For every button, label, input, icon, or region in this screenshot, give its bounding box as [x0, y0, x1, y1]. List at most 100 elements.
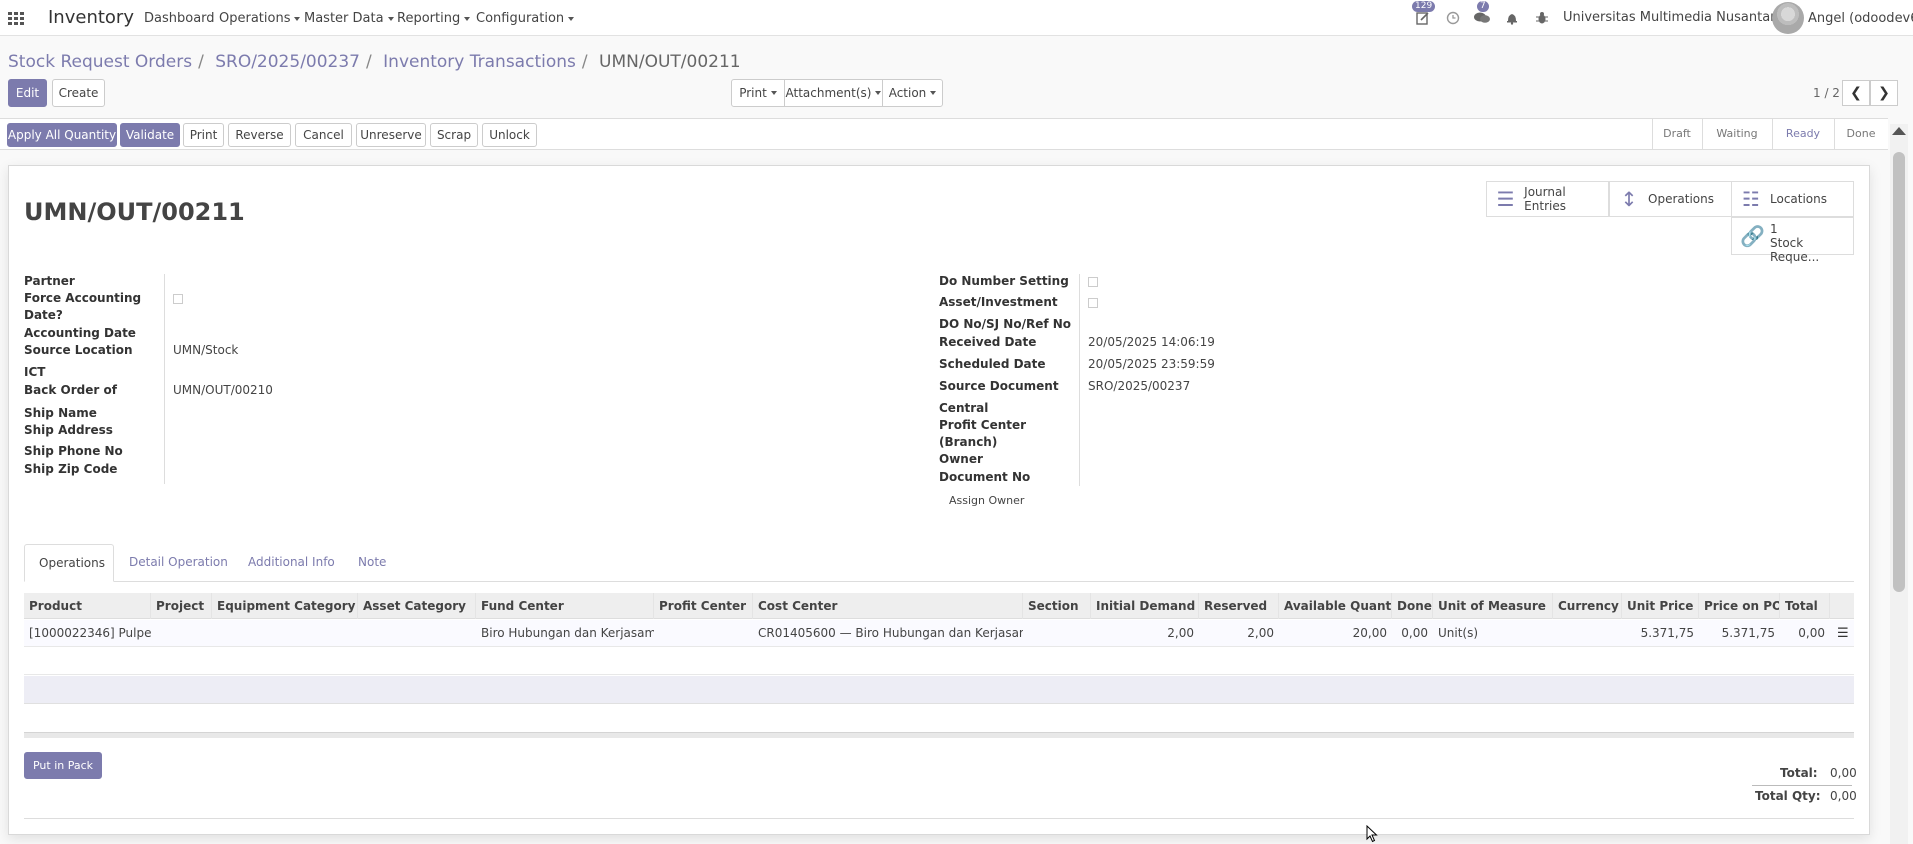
put-in-pack-button[interactable]: Put in Pack	[24, 752, 102, 779]
list-bars-icon: ☰	[1496, 187, 1515, 211]
column-header-profit-center[interactable]: Profit Center	[654, 593, 753, 619]
ship-phone-label: Ship Phone No	[24, 444, 123, 458]
scroll-up-arrow-icon[interactable]	[1892, 127, 1906, 135]
ship-name-label: Ship Name	[24, 406, 97, 420]
stage-draft[interactable]: Draft	[1652, 119, 1702, 149]
pager-previous-button[interactable]: ❮	[1842, 80, 1870, 106]
cell-profit-center	[654, 620, 753, 647]
column-header-asset-category[interactable]: Asset Category	[358, 593, 476, 619]
create-button[interactable]: Create	[52, 79, 105, 107]
column-header-initial-demand[interactable]: Initial Demand	[1091, 593, 1199, 619]
print-button[interactable]: Print	[183, 123, 224, 147]
tab-detail-operation[interactable]: Detail Operation	[115, 544, 242, 582]
operations-smart-button[interactable]: ↕ Operations	[1609, 181, 1732, 217]
journal-entries-smart-button[interactable]: ☰ Journal Entries	[1486, 181, 1609, 217]
company-switcher[interactable]: Universitas Multimedia Nusantara	[1563, 10, 1794, 25]
stock-request-count: 1	[1770, 222, 1778, 236]
cell-initial-demand: 2,00	[1167, 626, 1194, 640]
locations-smart-button[interactable]: ☷ Locations	[1731, 181, 1854, 217]
column-header-unit-price[interactable]: Unit Price	[1622, 593, 1699, 619]
column-header-project[interactable]: Project	[151, 593, 212, 619]
pager-next-button[interactable]: ❯	[1870, 80, 1898, 106]
table-row[interactable]: [1000022346] Pulpen Biro Hubungan dan Ke…	[24, 620, 1854, 647]
action-dropdown[interactable]: Action	[882, 79, 943, 107]
cell-section	[1023, 620, 1091, 647]
arrows-vertical-icon: ↕	[1620, 187, 1638, 211]
unlock-button[interactable]: Unlock	[482, 123, 537, 147]
cell-project	[151, 620, 212, 647]
breadcrumb: Stock Request Orders / SRO/2025/00237 / In…	[8, 52, 741, 72]
cell-total: 0,00	[1798, 626, 1825, 640]
row-detail-list-icon[interactable]: ☰	[1832, 620, 1854, 647]
user-avatar[interactable]	[1772, 2, 1804, 34]
back-order-link[interactable]: UMN/OUT/00210	[173, 383, 273, 397]
stage-waiting[interactable]: Waiting	[1702, 119, 1772, 149]
user-menu[interactable]: Angel (odoodev6)	[1808, 11, 1913, 26]
validate-button[interactable]: Validate	[120, 123, 180, 147]
tab-operations[interactable]: Operations	[24, 544, 114, 582]
caret-down-icon	[568, 16, 575, 21]
scrap-button[interactable]: Scrap	[430, 123, 478, 147]
column-header-unit-of-measure[interactable]: Unit of Measure	[1433, 593, 1553, 619]
clock-icon[interactable]	[1445, 11, 1461, 27]
scrollbar-thumb[interactable]	[1893, 152, 1905, 592]
tab-note[interactable]: Note	[344, 544, 400, 582]
cell-available-quantity: 20,00	[1352, 626, 1387, 640]
print-dropdown[interactable]: Print	[731, 79, 785, 107]
bell-icon[interactable]	[1504, 11, 1520, 27]
column-header-equipment-category[interactable]: Equipment Category	[212, 593, 358, 619]
chevron-left-icon: ❮	[1850, 85, 1862, 101]
app-brand[interactable]: Inventory	[48, 7, 134, 28]
column-header-currency[interactable]: Currency	[1553, 593, 1622, 619]
column-header-available-quantity[interactable]: Available Quantity	[1279, 593, 1392, 619]
asset-investment-checkbox[interactable]	[1088, 298, 1098, 308]
do-number-setting-checkbox[interactable]	[1088, 277, 1098, 287]
stage-ready[interactable]: Ready	[1772, 119, 1834, 149]
column-header-cost-center[interactable]: Cost Center	[753, 593, 1023, 619]
menu-operations[interactable]: Operations	[219, 11, 301, 26]
reverse-button[interactable]: Reverse	[228, 123, 291, 147]
bug-icon[interactable]	[1534, 11, 1550, 27]
assign-owner-link[interactable]: Assign Owner	[949, 494, 1024, 507]
menu-dashboard[interactable]: Dashboard	[144, 11, 215, 26]
breadcrumb-stock-request-orders[interactable]: Stock Request Orders	[8, 52, 192, 72]
activity-edit-icon[interactable]	[1415, 11, 1431, 27]
owner-label: Owner	[939, 452, 983, 466]
do-number-setting-label: Do Number Setting	[939, 274, 1069, 288]
attachments-dropdown[interactable]: Attachment(s)	[784, 79, 883, 107]
pager-value[interactable]: 1 / 2	[1813, 86, 1840, 100]
column-header-total[interactable]: Total	[1780, 593, 1830, 619]
cell-price-on-po: 5.371,75	[1721, 626, 1775, 640]
menu-master-data[interactable]: Master Data	[304, 11, 394, 26]
top-navbar: Inventory Dashboard Operations Master Da…	[0, 0, 1913, 36]
breadcrumb-sro[interactable]: SRO/2025/00237	[215, 52, 360, 72]
column-header-section[interactable]: Section	[1023, 593, 1091, 619]
cell-cost-center: CR01405600 — Biro Hubungan dan Kerjasama	[758, 626, 1023, 640]
accounting-date-label: Accounting Date	[24, 326, 136, 340]
column-header-price-on-po[interactable]: Price on PO	[1699, 593, 1780, 619]
stage-done[interactable]: Done	[1834, 119, 1888, 149]
messages-icon[interactable]	[1474, 11, 1490, 27]
menu-reporting[interactable]: Reporting	[397, 11, 471, 26]
column-header-fund-center[interactable]: Fund Center	[476, 593, 654, 619]
edit-button[interactable]: Edit	[8, 79, 47, 107]
unreserve-button[interactable]: Unreserve	[356, 123, 426, 147]
source-document-label: Source Document	[939, 379, 1059, 393]
column-header-done[interactable]: Done	[1392, 593, 1433, 619]
cancel-button[interactable]: Cancel	[295, 123, 352, 147]
force-accounting-checkbox[interactable]	[173, 294, 183, 304]
menu-configuration[interactable]: Configuration	[476, 11, 575, 26]
field-divider	[1079, 274, 1080, 486]
breadcrumb-inventory-transactions[interactable]: Inventory Transactions	[383, 52, 576, 72]
field-divider	[164, 274, 165, 484]
scheduled-date-label: Scheduled Date	[939, 357, 1046, 371]
apps-menu-icon[interactable]	[8, 12, 24, 25]
apply-all-quantity-button[interactable]: Apply All Quantity	[7, 123, 117, 147]
stock-request-smart-button[interactable]: 🔗 1 Stock Reque...	[1731, 217, 1854, 264]
tab-additional-info[interactable]: Additional Info	[234, 544, 349, 582]
column-header-reserved[interactable]: Reserved	[1199, 593, 1279, 619]
total-qty-value: 0,00	[1830, 789, 1857, 803]
column-header-product[interactable]: Product	[24, 593, 151, 619]
source-location-link[interactable]: UMN/Stock	[173, 343, 238, 357]
breadcrumb-separator: /	[581, 52, 588, 72]
